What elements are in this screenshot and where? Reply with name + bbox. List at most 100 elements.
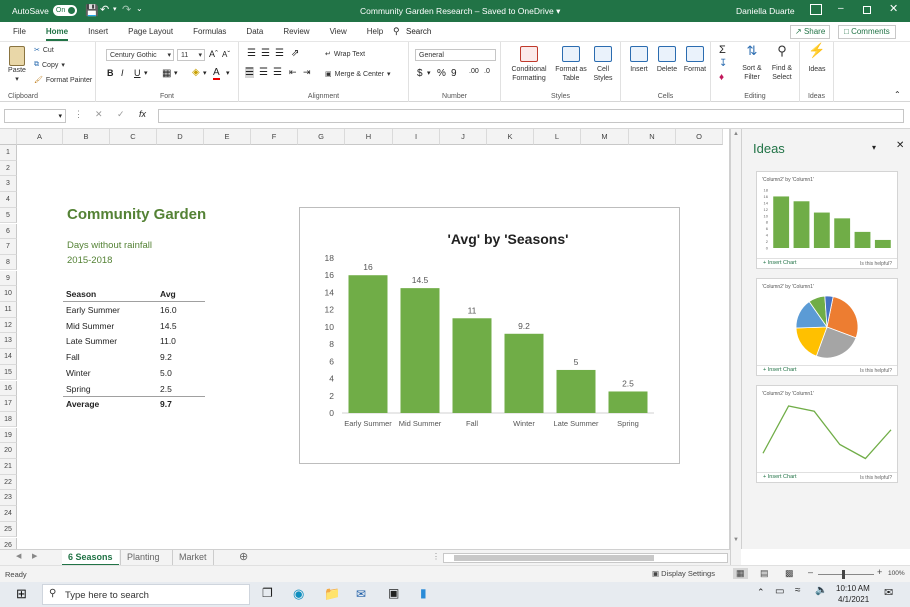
top-align-icon[interactable]: ☰ xyxy=(247,48,256,59)
scroll-right-icon[interactable]: ▶ xyxy=(32,552,37,560)
notifications-icon[interactable]: ✉ xyxy=(884,586,893,599)
season-cell[interactable]: Mid Summer xyxy=(66,321,114,331)
page-break-view-icon[interactable]: ▩ xyxy=(785,568,794,579)
tab-formulas[interactable]: Formulas xyxy=(183,22,236,42)
row-header-13[interactable]: 13 xyxy=(0,333,17,349)
sheet-tab-planting[interactable]: Planting xyxy=(120,550,166,566)
search-box[interactable]: Search xyxy=(406,27,431,36)
row-header-16[interactable]: 16 xyxy=(0,380,17,397)
row-header-20[interactable]: 20 xyxy=(0,443,17,459)
copy-button[interactable]: ⧉ Copy ▾ xyxy=(34,61,65,69)
chevron-up-icon[interactable]: ⌃ xyxy=(757,587,765,598)
avg-cell[interactable]: 9.2 xyxy=(160,352,172,362)
borders-icon[interactable]: ▦ xyxy=(162,68,171,79)
sort-filter-button[interactable]: ⇅ Sort & Filter xyxy=(737,44,767,82)
column-header-H[interactable]: H xyxy=(345,129,393,145)
undo-dropdown-icon[interactable]: ▾ xyxy=(113,5,117,13)
bold-icon[interactable]: B xyxy=(107,68,114,78)
autosave-control[interactable]: AutoSave On xyxy=(12,5,77,16)
more-icon[interactable]: ⋮ xyxy=(432,552,440,561)
ideas-button[interactable]: ⚡ Ideas xyxy=(803,43,831,74)
season-cell[interactable]: Late Summer xyxy=(66,336,117,346)
file-explorer-icon[interactable]: 📁 xyxy=(324,586,340,602)
sheet-tab-market[interactable]: Market xyxy=(172,550,214,566)
clock-time[interactable]: 10:10 AM xyxy=(836,584,870,593)
avg-cell[interactable]: 11.0 xyxy=(160,336,176,346)
increase-indent-icon[interactable]: ⇥ xyxy=(303,67,311,78)
avg-cell[interactable]: 2.5 xyxy=(160,384,172,394)
undo-icon[interactable]: ↶ xyxy=(100,3,109,16)
chart-container[interactable]: 'Avg' by 'Seasons' 0 2 4 6 8 10 12 14 16 18 16 Early… xyxy=(299,207,680,464)
row-header-21[interactable]: 21 xyxy=(0,459,17,475)
row-header-18[interactable]: 18 xyxy=(0,411,17,428)
increase-decimal-icon[interactable]: .00 xyxy=(469,68,479,75)
autosave-toggle[interactable]: On xyxy=(52,5,77,16)
tab-review[interactable]: Review xyxy=(273,22,319,42)
clock-date[interactable]: 4/1/2021 xyxy=(838,595,869,604)
column-header-O[interactable]: O xyxy=(676,129,723,145)
helpful-link[interactable]: Is this helpful? xyxy=(860,368,892,374)
close-icon[interactable]: ✕ xyxy=(889,2,898,15)
decrease-indent-icon[interactable]: ⇤ xyxy=(289,67,297,78)
zoom-slider[interactable] xyxy=(818,570,874,579)
decrease-decimal-icon[interactable]: .0 xyxy=(484,68,490,75)
customize-toolbar-icon[interactable]: ⌄ xyxy=(136,4,143,13)
worksheet-grid[interactable]: ABCDEFGHIJKLMNO 1 2 3 4 5 6 7 8 9 10 11 12 13 14 15 16 1… xyxy=(0,129,730,549)
insert-chart-button[interactable]: + Insert Chart xyxy=(763,260,796,266)
wifi-icon[interactable]: ≈ xyxy=(795,585,801,596)
battery-icon[interactable]: ▭ xyxy=(775,586,784,597)
insert-function-button[interactable]: fx xyxy=(139,109,146,119)
column-header-K[interactable]: K xyxy=(487,129,534,145)
tab-data[interactable]: Data xyxy=(236,22,273,42)
scroll-up-icon[interactable]: ▲ xyxy=(733,131,739,137)
redo-icon[interactable]: ↷ xyxy=(122,3,131,16)
add-sheet-icon[interactable]: ⊕ xyxy=(239,550,248,563)
align-right-icon[interactable]: ☰ xyxy=(273,67,282,78)
format-cells-button[interactable]: Format xyxy=(681,46,709,74)
table-header-avg[interactable]: Avg xyxy=(160,289,176,299)
minimize-icon[interactable]: – xyxy=(838,3,844,14)
number-format-box[interactable]: General xyxy=(415,49,496,61)
column-header-I[interactable]: I xyxy=(393,129,440,145)
ribbon-display-icon[interactable] xyxy=(810,4,822,15)
avg-cell[interactable]: 16.0 xyxy=(160,305,177,315)
scrollbar-thumb[interactable] xyxy=(454,555,654,561)
italic-icon[interactable]: I xyxy=(121,68,124,78)
sheet-tab-6-seasons[interactable]: 6 Seasons xyxy=(62,550,119,566)
row-header-24[interactable]: 24 xyxy=(0,506,17,522)
percent-icon[interactable]: % xyxy=(437,68,446,79)
middle-align-icon[interactable]: ☰ xyxy=(261,48,270,59)
total-value[interactable]: 9.7 xyxy=(160,399,172,409)
tab-help[interactable]: Help xyxy=(357,22,393,42)
wrap-text-button[interactable]: ↵ Wrap Text xyxy=(325,50,365,59)
cell-styles-button[interactable]: Cell Styles xyxy=(589,46,617,83)
avg-cell[interactable]: 5.0 xyxy=(160,368,172,378)
fill-color-icon[interactable]: ◈ xyxy=(192,67,200,78)
mail-icon[interactable]: ✉ xyxy=(356,587,366,601)
task-view-icon[interactable]: ❐ xyxy=(262,586,273,600)
row-header-11[interactable]: 11 xyxy=(0,302,17,318)
column-header-J[interactable]: J xyxy=(440,129,487,145)
align-left-icon[interactable]: ☰ xyxy=(245,67,254,78)
maximize-icon[interactable] xyxy=(863,6,871,14)
volume-icon[interactable]: 🔈 xyxy=(815,585,827,596)
align-center-icon[interactable]: ☰ xyxy=(259,67,268,78)
autosum-icon[interactable]: Σ xyxy=(719,44,726,56)
decrease-font-icon[interactable]: Aˇ xyxy=(222,50,230,59)
taskbar-search-box[interactable]: ⚲ Type here to search xyxy=(42,584,250,605)
select-all-corner[interactable] xyxy=(0,129,17,145)
avg-cell[interactable]: 14.5 xyxy=(160,321,177,331)
row-header-9[interactable]: 9 xyxy=(0,270,17,287)
font-name-box[interactable]: Century Gothic ▾ xyxy=(106,49,174,61)
row-header-19[interactable]: 19 xyxy=(0,427,17,444)
row-header-25[interactable]: 25 xyxy=(0,521,17,538)
insert-cells-button[interactable]: Insert xyxy=(625,46,653,74)
tab-insert[interactable]: Insert xyxy=(78,22,118,42)
zoom-slider-thumb[interactable] xyxy=(842,570,845,579)
tab-page-layout[interactable]: Page Layout xyxy=(118,22,183,42)
cut-button[interactable]: ✂ Cut xyxy=(34,46,54,55)
row-header-6[interactable]: 6 xyxy=(0,223,17,240)
close-pane-icon[interactable]: ✕ xyxy=(896,140,904,151)
edge-browser-icon[interactable]: ◉ xyxy=(293,586,304,602)
underline-icon[interactable]: U xyxy=(134,68,141,78)
